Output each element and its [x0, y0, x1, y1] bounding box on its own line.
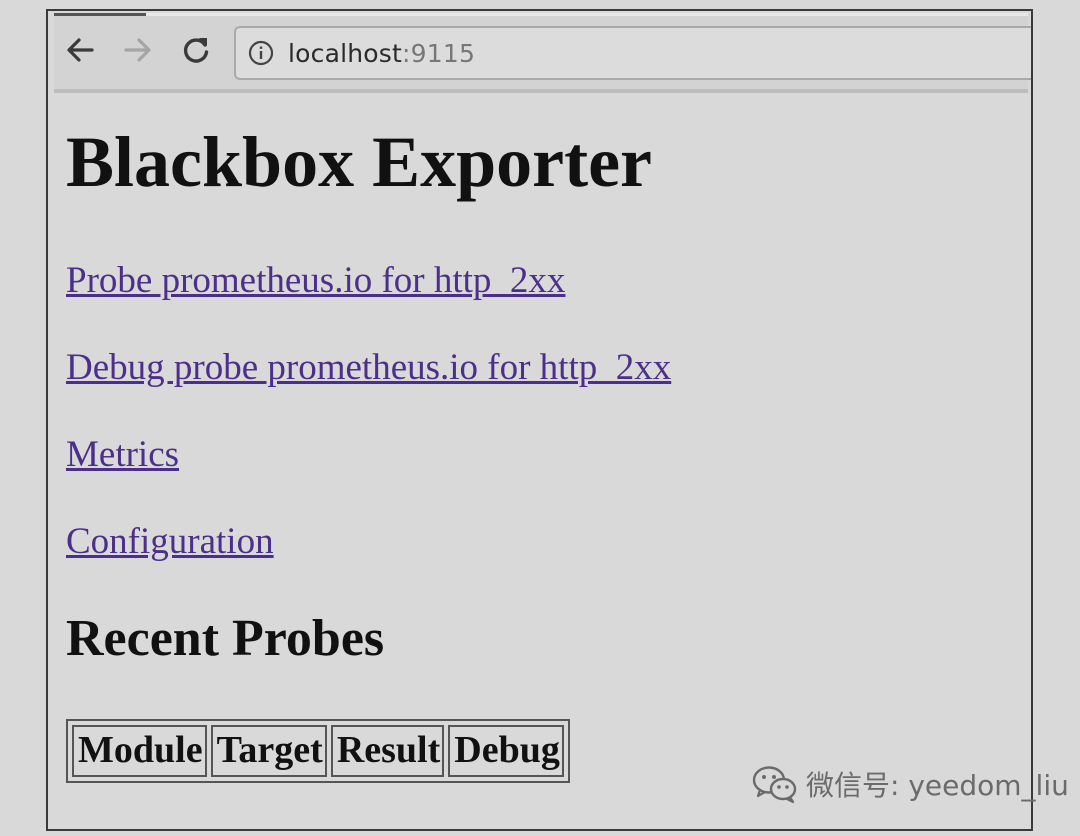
- probe-link[interactable]: Probe prometheus.io for http_2xx: [66, 262, 1026, 299]
- browser-toolbar: localhost:9115: [54, 13, 1031, 93]
- configuration-link[interactable]: Configuration: [66, 523, 1026, 560]
- page-content: Blackbox Exporter Probe prometheus.io fo…: [66, 103, 1026, 784]
- info-icon[interactable]: [248, 40, 274, 66]
- url-host: localhost: [288, 38, 403, 68]
- page-title: Blackbox Exporter: [66, 122, 652, 202]
- url-port: :9115: [402, 38, 476, 68]
- forward-button[interactable]: [120, 32, 156, 68]
- watermark-text: 微信号: yeedom_liu: [806, 769, 1069, 802]
- debug-probe-link[interactable]: Debug probe prometheus.io for http_2xx: [66, 349, 1026, 386]
- column-header-result: Result: [330, 725, 445, 778]
- table-header-row: Module Target Result Debug: [72, 725, 564, 778]
- active-tab-indicator: [54, 13, 146, 16]
- url-text[interactable]: localhost:9115: [288, 39, 475, 68]
- reload-icon: [183, 38, 209, 63]
- link-list: Probe prometheus.io for http_2xx Debug p…: [66, 262, 1026, 560]
- recent-probes-table: Module Target Result Debug: [66, 719, 570, 784]
- metrics-link[interactable]: Metrics: [66, 436, 1026, 473]
- wechat-icon: [752, 766, 797, 804]
- address-bar[interactable]: localhost:9115: [234, 26, 1031, 80]
- back-button[interactable]: [62, 32, 98, 68]
- arrow-right-icon: [124, 38, 151, 62]
- recent-probes-heading: Recent Probes: [66, 610, 385, 668]
- watermark: 微信号: yeedom_liu: [752, 762, 1069, 806]
- browser-window: localhost:9115 Blackbox Exporter Probe p…: [46, 9, 1033, 831]
- reload-button[interactable]: [178, 32, 214, 68]
- column-header-target: Target: [210, 725, 327, 778]
- arrow-left-icon: [67, 38, 94, 62]
- column-header-module: Module: [72, 725, 207, 778]
- column-header-debug: Debug: [448, 725, 564, 778]
